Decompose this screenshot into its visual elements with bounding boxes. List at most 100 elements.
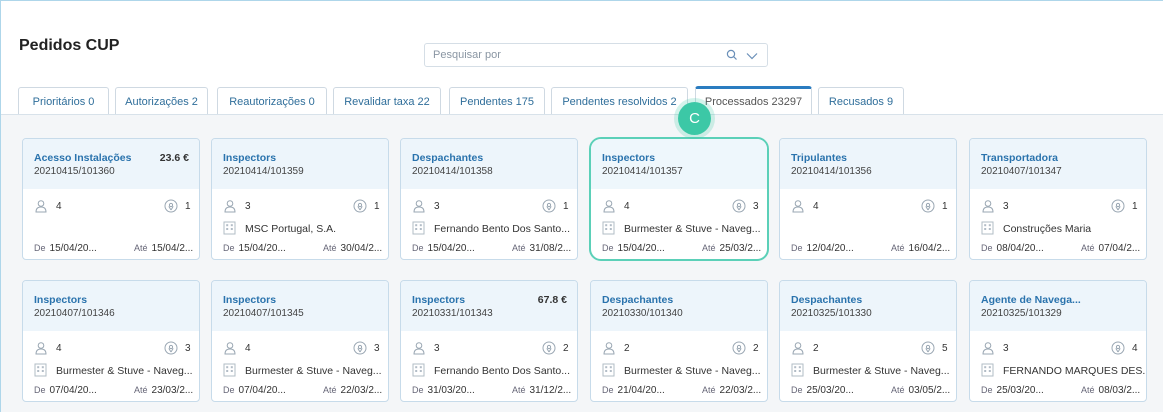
request-card[interactable]: Transportadora 20210407/101347 3 1 Const…	[969, 138, 1147, 260]
search-icon[interactable]	[725, 48, 739, 62]
building-icon	[223, 363, 236, 377]
location-count: 2	[753, 343, 759, 354]
from-date: 31/03/20...	[427, 385, 475, 396]
date-range: De 31/03/20... Até 31/12/2...	[412, 385, 571, 396]
from-label: De	[981, 243, 993, 253]
building-icon	[412, 363, 425, 377]
chevron-down-icon[interactable]	[745, 49, 759, 63]
request-card[interactable]: Despachantes 20210330/101340 2 2 Burmest…	[590, 280, 768, 402]
location-count: 1	[185, 201, 191, 212]
company-name: Burmester & Stuve - Naveg...	[624, 365, 761, 377]
people-count: 3	[434, 201, 440, 212]
from-date: 12/04/20...	[806, 243, 854, 254]
card-title: Transportadora	[981, 152, 1059, 164]
from-label: De	[34, 243, 46, 253]
card-header: Despachantes 20210325/101330	[780, 281, 956, 331]
tab-pendentes-resolvidos[interactable]: Pendentes resolvidos 2	[551, 87, 688, 115]
person-icon	[413, 342, 425, 355]
from-date: 08/04/20...	[996, 243, 1044, 254]
request-card[interactable]: Inspectors 20210414/101357 4 3 Burmester…	[589, 137, 769, 261]
location-pin-icon	[164, 199, 178, 213]
request-card[interactable]: Agente de Navega... 20210325/101329 3 4 …	[969, 280, 1147, 402]
people-count: 2	[813, 343, 819, 354]
from-date: 25/03/20...	[996, 385, 1044, 396]
to-date: 22/03/2...	[719, 385, 762, 396]
location-count: 3	[374, 343, 380, 354]
request-card[interactable]: Despachantes 20210325/101330 2 5 Burmest…	[779, 280, 957, 402]
card-title: Tripulantes	[791, 152, 848, 164]
date-range: De 15/04/20... Até 15/04/2...	[34, 243, 193, 254]
card-title: Despachantes	[602, 294, 674, 306]
date-range: De 25/03/20... Até 03/05/2...	[791, 385, 950, 396]
date-range: De 07/04/20... Até 23/03/2...	[34, 385, 193, 396]
request-card[interactable]: Acesso Instalações 23.6 € 20210415/10136…	[22, 138, 200, 260]
location-pin-icon	[1111, 199, 1125, 213]
to-label: Até	[891, 243, 905, 253]
from-date: 15/04/20...	[427, 243, 475, 254]
to-label: Até	[702, 385, 716, 395]
card-title: Inspectors	[223, 152, 277, 164]
card-header: Tripulantes 20210414/101356	[780, 139, 956, 189]
from-date: 25/03/20...	[806, 385, 854, 396]
from-label: De	[34, 385, 46, 395]
date-range: De 15/04/20... Até 30/04/2...	[223, 243, 382, 254]
people-count: 3	[1003, 343, 1009, 354]
card-request-id: 20210407/101346	[34, 308, 115, 319]
date-range: De 21/04/20... Até 22/03/2...	[602, 385, 761, 396]
people-count: 4	[245, 343, 251, 354]
card-header: Inspectors 20210407/101346	[23, 281, 199, 331]
search-input[interactable]: Pesquisar por	[424, 43, 768, 67]
location-count: 5	[942, 343, 948, 354]
card-request-id: 20210414/101356	[791, 166, 872, 177]
date-range: De 08/04/20... Até 07/04/2...	[981, 243, 1140, 254]
tab-revalidar-taxa[interactable]: Revalidar taxa 22	[333, 87, 441, 115]
request-card[interactable]: Tripulantes 20210414/101356 4 1 De 12/04/…	[779, 138, 957, 260]
to-date: 22/03/2...	[340, 385, 383, 396]
person-icon	[792, 342, 804, 355]
company-name: Fernando Bento Dos Santo...	[434, 223, 571, 235]
person-icon	[224, 200, 236, 213]
company-name: Fernando Bento Dos Santo...	[434, 365, 571, 377]
people-count: 3	[245, 201, 251, 212]
tab-pendentes[interactable]: Pendentes 175	[449, 87, 545, 115]
tab-autorizacoes[interactable]: Autorizações 2	[115, 87, 208, 115]
request-card[interactable]: Inspectors 20210407/101346 4 3 Burmester…	[22, 280, 200, 402]
card-request-id: 20210415/101360	[34, 166, 115, 177]
person-icon	[603, 342, 615, 355]
date-range: De 07/04/20... Até 22/03/2...	[223, 385, 382, 396]
date-range: De 12/04/20... Até 16/04/2...	[791, 243, 950, 254]
request-card[interactable]: Inspectors 67.8 € 20210331/101343 3 2 Fe…	[400, 280, 578, 402]
company-name: MSC Portugal, S.A.	[245, 223, 337, 235]
request-card[interactable]: Inspectors 20210407/101345 4 3 Burmester…	[211, 280, 389, 402]
to-label: Até	[323, 385, 337, 395]
tab-reautorizacoes[interactable]: Reautorizações 0	[217, 87, 327, 115]
building-icon	[412, 221, 425, 235]
tab-prioritarios[interactable]: Prioritários 0	[18, 87, 109, 115]
page-header: Pedidos CUP Pesquisar por Prioritários 0…	[1, 1, 1163, 115]
to-label: Até	[512, 243, 526, 253]
building-icon	[981, 221, 994, 235]
tab-processados[interactable]: Processados 23297	[695, 86, 812, 115]
to-label: Até	[134, 385, 148, 395]
card-request-id: 20210414/101357	[602, 166, 683, 177]
card-header: Acesso Instalações 23.6 € 20210415/10136…	[23, 139, 199, 189]
request-card[interactable]: Inspectors 20210414/101359 3 1 MSC Portu…	[211, 138, 389, 260]
to-date: 23/03/2...	[151, 385, 194, 396]
to-label: Até	[702, 243, 716, 253]
location-pin-icon	[542, 341, 556, 355]
card-header: Inspectors 20210407/101345	[212, 281, 388, 331]
request-card[interactable]: Despachantes 20210414/101358 3 1 Fernand…	[400, 138, 578, 260]
card-title: Despachantes	[412, 152, 484, 164]
card-amount: 67.8 €	[537, 294, 567, 306]
people-count: 4	[56, 201, 62, 212]
to-date: 07/04/2...	[1098, 243, 1141, 254]
people-count: 3	[1003, 201, 1009, 212]
card-request-id: 20210325/101330	[791, 308, 872, 319]
company-name: Burmester & Stuve - Naveg...	[813, 365, 950, 377]
tab-recusados[interactable]: Recusados 9	[818, 87, 904, 115]
card-header: Despachantes 20210330/101340	[591, 281, 767, 331]
to-date: 03/05/2...	[908, 385, 951, 396]
to-date: 31/12/2...	[529, 385, 572, 396]
to-label: Até	[512, 385, 526, 395]
location-count: 1	[942, 201, 948, 212]
